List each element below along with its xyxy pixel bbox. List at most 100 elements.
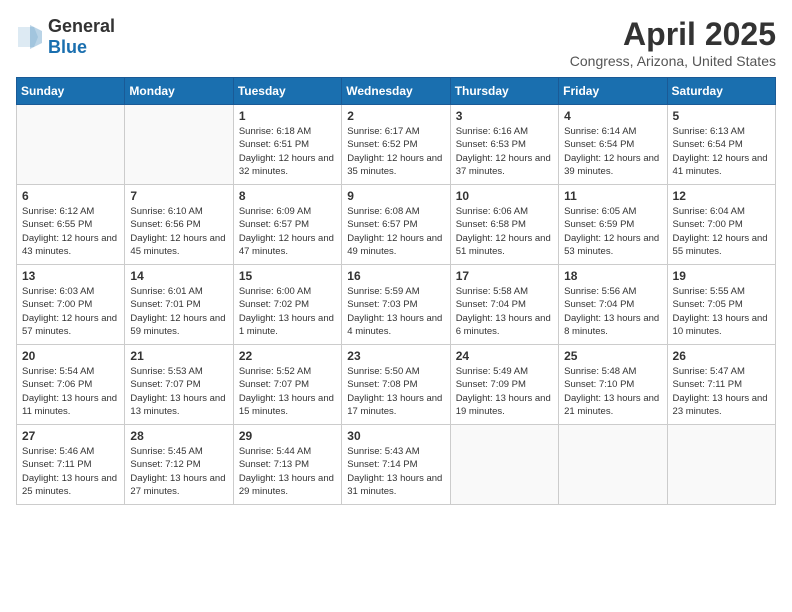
week-row-4: 20Sunrise: 5:54 AMSunset: 7:06 PMDayligh… [17, 345, 776, 425]
cell-info: Sunrise: 5:47 AMSunset: 7:11 PMDaylight:… [673, 365, 770, 418]
cell-info: Sunrise: 5:46 AMSunset: 7:11 PMDaylight:… [22, 445, 119, 498]
cell-info: Sunrise: 6:12 AMSunset: 6:55 PMDaylight:… [22, 205, 119, 258]
cell-info: Sunrise: 6:09 AMSunset: 6:57 PMDaylight:… [239, 205, 336, 258]
calendar-cell: 30 Sunrise: 5:43 AMSunset: 7:14 PMDayligh… [342, 425, 450, 505]
calendar-cell: 6 Sunrise: 6:12 AMSunset: 6:55 PMDaylight… [17, 185, 125, 265]
weekday-header-monday: Monday [125, 78, 233, 105]
cell-info: Sunrise: 5:54 AMSunset: 7:06 PMDaylight:… [22, 365, 119, 418]
cell-info: Sunrise: 6:13 AMSunset: 6:54 PMDaylight:… [673, 125, 770, 178]
cell-info: Sunrise: 6:01 AMSunset: 7:01 PMDaylight:… [130, 285, 227, 338]
day-number: 13 [22, 269, 119, 283]
calendar-cell: 24 Sunrise: 5:49 AMSunset: 7:09 PMDayligh… [450, 345, 558, 425]
calendar-cell: 26 Sunrise: 5:47 AMSunset: 7:11 PMDayligh… [667, 345, 775, 425]
day-number: 9 [347, 189, 444, 203]
logo-icon [16, 23, 44, 51]
cell-info: Sunrise: 6:17 AMSunset: 6:52 PMDaylight:… [347, 125, 444, 178]
calendar-cell: 11 Sunrise: 6:05 AMSunset: 6:59 PMDayligh… [559, 185, 667, 265]
day-number: 29 [239, 429, 336, 443]
day-number: 11 [564, 189, 661, 203]
cell-info: Sunrise: 5:43 AMSunset: 7:14 PMDaylight:… [347, 445, 444, 498]
cell-info: Sunrise: 5:48 AMSunset: 7:10 PMDaylight:… [564, 365, 661, 418]
logo-blue: Blue [48, 37, 87, 57]
day-number: 22 [239, 349, 336, 363]
calendar-cell: 25 Sunrise: 5:48 AMSunset: 7:10 PMDayligh… [559, 345, 667, 425]
cell-info: Sunrise: 5:59 AMSunset: 7:03 PMDaylight:… [347, 285, 444, 338]
day-number: 30 [347, 429, 444, 443]
day-number: 2 [347, 109, 444, 123]
cell-info: Sunrise: 5:50 AMSunset: 7:08 PMDaylight:… [347, 365, 444, 418]
weekday-header-wednesday: Wednesday [342, 78, 450, 105]
day-number: 5 [673, 109, 770, 123]
calendar-cell: 21Sunrise: 5:53 AMSunset: 7:07 PMDayligh… [125, 345, 233, 425]
cell-info: Sunrise: 5:52 AMSunset: 7:07 PMDaylight:… [239, 365, 336, 418]
weekday-header-friday: Friday [559, 78, 667, 105]
weekday-header-row: SundayMondayTuesdayWednesdayThursdayFrid… [17, 78, 776, 105]
day-number: 24 [456, 349, 553, 363]
page-header: General Blue April 2025 Congress, Arizon… [16, 16, 776, 69]
cell-info: Sunrise: 5:58 AMSunset: 7:04 PMDaylight:… [456, 285, 553, 338]
day-number: 1 [239, 109, 336, 123]
day-number: 4 [564, 109, 661, 123]
calendar-cell: 12 Sunrise: 6:04 AMSunset: 7:00 PMDayligh… [667, 185, 775, 265]
day-number: 18 [564, 269, 661, 283]
week-row-2: 6 Sunrise: 6:12 AMSunset: 6:55 PMDaylight… [17, 185, 776, 265]
cell-info: Sunrise: 6:08 AMSunset: 6:57 PMDaylight:… [347, 205, 444, 258]
calendar-cell: 2 Sunrise: 6:17 AMSunset: 6:52 PMDaylight… [342, 105, 450, 185]
cell-info: Sunrise: 6:04 AMSunset: 7:00 PMDaylight:… [673, 205, 770, 258]
day-number: 16 [347, 269, 444, 283]
cell-info: Sunrise: 6:18 AMSunset: 6:51 PMDaylight:… [239, 125, 336, 178]
cell-info: Sunrise: 5:45 AMSunset: 7:12 PMDaylight:… [130, 445, 227, 498]
cell-info: Sunrise: 6:14 AMSunset: 6:54 PMDaylight:… [564, 125, 661, 178]
calendar-cell: 18 Sunrise: 5:56 AMSunset: 7:04 PMDayligh… [559, 265, 667, 345]
calendar-cell: 1 Sunrise: 6:18 AMSunset: 6:51 PMDaylight… [233, 105, 341, 185]
cell-info: Sunrise: 5:55 AMSunset: 7:05 PMDaylight:… [673, 285, 770, 338]
calendar-cell: 27Sunrise: 5:46 AMSunset: 7:11 PMDayligh… [17, 425, 125, 505]
weekday-header-sunday: Sunday [17, 78, 125, 105]
day-number: 28 [130, 429, 227, 443]
day-number: 10 [456, 189, 553, 203]
calendar-cell: 3 Sunrise: 6:16 AMSunset: 6:53 PMDaylight… [450, 105, 558, 185]
calendar-cell: 28 Sunrise: 5:45 AMSunset: 7:12 PMDayligh… [125, 425, 233, 505]
day-number: 15 [239, 269, 336, 283]
cell-info: Sunrise: 5:53 AMSunset: 7:07 PMDaylight:… [130, 365, 227, 418]
calendar-cell: 16 Sunrise: 5:59 AMSunset: 7:03 PMDayligh… [342, 265, 450, 345]
cell-info: Sunrise: 6:16 AMSunset: 6:53 PMDaylight:… [456, 125, 553, 178]
calendar-cell [450, 425, 558, 505]
cell-info: Sunrise: 5:44 AMSunset: 7:13 PMDaylight:… [239, 445, 336, 498]
calendar-cell: 9 Sunrise: 6:08 AMSunset: 6:57 PMDaylight… [342, 185, 450, 265]
title-area: April 2025 Congress, Arizona, United Sta… [570, 16, 776, 69]
cell-info: Sunrise: 6:06 AMSunset: 6:58 PMDaylight:… [456, 205, 553, 258]
calendar-cell: 13Sunrise: 6:03 AMSunset: 7:00 PMDayligh… [17, 265, 125, 345]
day-number: 26 [673, 349, 770, 363]
day-number: 19 [673, 269, 770, 283]
calendar-cell [125, 105, 233, 185]
weekday-header-thursday: Thursday [450, 78, 558, 105]
day-number: 25 [564, 349, 661, 363]
logo-general: General [48, 16, 115, 36]
calendar-cell: 15Sunrise: 6:00 AMSunset: 7:02 PMDayligh… [233, 265, 341, 345]
calendar-cell: 23Sunrise: 5:50 AMSunset: 7:08 PMDayligh… [342, 345, 450, 425]
day-number: 6 [22, 189, 119, 203]
cell-info: Sunrise: 5:49 AMSunset: 7:09 PMDaylight:… [456, 365, 553, 418]
week-row-5: 27Sunrise: 5:46 AMSunset: 7:11 PMDayligh… [17, 425, 776, 505]
week-row-3: 13Sunrise: 6:03 AMSunset: 7:00 PMDayligh… [17, 265, 776, 345]
cell-info: Sunrise: 5:56 AMSunset: 7:04 PMDaylight:… [564, 285, 661, 338]
day-number: 17 [456, 269, 553, 283]
weekday-header-saturday: Saturday [667, 78, 775, 105]
cell-info: Sunrise: 6:10 AMSunset: 6:56 PMDaylight:… [130, 205, 227, 258]
week-row-1: 1 Sunrise: 6:18 AMSunset: 6:51 PMDaylight… [17, 105, 776, 185]
calendar-cell: 20Sunrise: 5:54 AMSunset: 7:06 PMDayligh… [17, 345, 125, 425]
day-number: 12 [673, 189, 770, 203]
month-title: April 2025 [570, 16, 776, 53]
location-title: Congress, Arizona, United States [570, 53, 776, 69]
day-number: 7 [130, 189, 227, 203]
calendar-cell: 10 Sunrise: 6:06 AMSunset: 6:58 PMDayligh… [450, 185, 558, 265]
day-number: 8 [239, 189, 336, 203]
weekday-header-tuesday: Tuesday [233, 78, 341, 105]
cell-info: Sunrise: 6:05 AMSunset: 6:59 PMDaylight:… [564, 205, 661, 258]
calendar-cell: 5 Sunrise: 6:13 AMSunset: 6:54 PMDaylight… [667, 105, 775, 185]
logo-text: General Blue [48, 16, 115, 58]
day-number: 3 [456, 109, 553, 123]
logo: General Blue [16, 16, 115, 58]
calendar-cell: 19 Sunrise: 5:55 AMSunset: 7:05 PMDayligh… [667, 265, 775, 345]
